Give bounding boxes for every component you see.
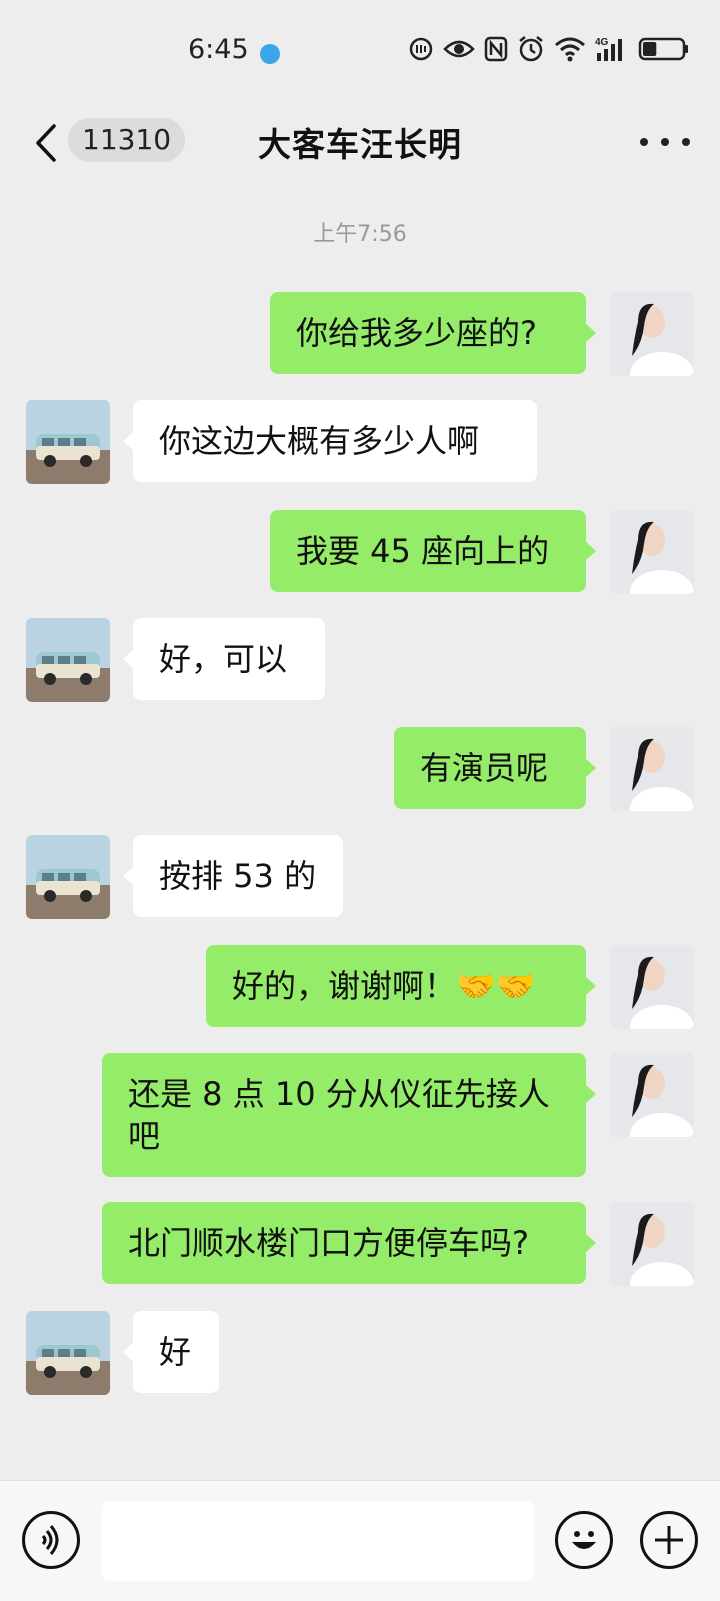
plus-icon[interactable] xyxy=(640,1511,698,1569)
message-bubble[interactable]: 北门顺水楼门口方便停车吗? xyxy=(102,1202,586,1284)
bubble-tail xyxy=(123,1343,133,1361)
status-time: 6:45 xyxy=(188,34,249,65)
message-bubble[interactable]: 按排 53 的 xyxy=(133,835,343,917)
alarm-icon xyxy=(519,36,543,62)
message-bubble[interactable]: 有演员呢 xyxy=(394,727,586,809)
self-avatar[interactable] xyxy=(610,292,694,376)
status-bar: 6:45 4G xyxy=(0,0,720,100)
bubble-tail xyxy=(586,1234,596,1252)
voice-icon[interactable] xyxy=(22,1511,80,1569)
message-bubble[interactable]: 好的，谢谢啊！🤝🤝 xyxy=(206,945,586,1027)
chat-title: 大客车汪长明 xyxy=(258,125,462,164)
signal-icon: 4G xyxy=(595,37,622,61)
bubble-tail xyxy=(586,759,596,777)
eye-icon xyxy=(443,40,475,58)
bubble-tail xyxy=(586,1085,596,1103)
message-input[interactable] xyxy=(102,1501,534,1581)
message-bubble[interactable]: 好 xyxy=(133,1311,219,1393)
battery-icon xyxy=(638,37,688,61)
message-bubble[interactable]: 我要 45 座向上的 xyxy=(270,510,586,592)
nfc-icon xyxy=(484,36,508,62)
bubble-tail xyxy=(123,432,133,450)
self-avatar[interactable] xyxy=(610,1202,694,1286)
message-bubble[interactable]: 还是 8 点 10 分从仪征先接人吧 xyxy=(102,1053,586,1177)
message-bubble[interactable]: 好，可以 xyxy=(133,618,325,700)
contact-avatar[interactable] xyxy=(26,1311,110,1395)
more-dots-icon[interactable] xyxy=(640,120,690,164)
network-type: 4G xyxy=(595,37,609,48)
self-avatar[interactable] xyxy=(610,1053,694,1137)
self-avatar[interactable] xyxy=(610,945,694,1029)
bubble-tail xyxy=(586,542,596,560)
app-notification-icon xyxy=(260,44,280,64)
hd-call-icon xyxy=(409,37,433,61)
contact-avatar[interactable] xyxy=(26,400,110,484)
message-timestamp: 上午7:56 xyxy=(313,222,407,247)
bubble-tail xyxy=(586,324,596,342)
message-bubble[interactable]: 你给我多少座的? xyxy=(270,292,586,374)
self-avatar[interactable] xyxy=(610,510,694,594)
contact-avatar[interactable] xyxy=(26,618,110,702)
contact-avatar[interactable] xyxy=(26,835,110,919)
wifi-icon xyxy=(555,37,585,62)
chat-header: 11310 大客车汪长明 xyxy=(0,100,720,188)
message-bubble[interactable]: 你这边大概有多少人啊 xyxy=(133,400,537,482)
bubble-tail xyxy=(123,867,133,885)
bubble-tail xyxy=(123,650,133,668)
self-avatar[interactable] xyxy=(610,727,694,811)
emoji-icon[interactable] xyxy=(555,1511,613,1569)
status-icons: 4G xyxy=(408,35,690,63)
chat-input-bar xyxy=(0,1480,720,1601)
bubble-tail xyxy=(586,977,596,995)
